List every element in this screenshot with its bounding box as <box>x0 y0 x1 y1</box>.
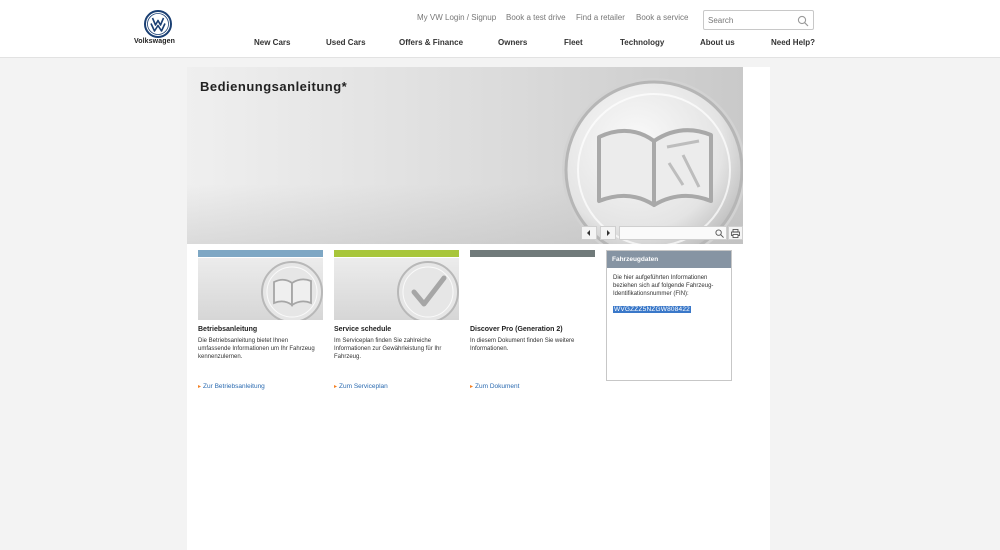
nav-need-help[interactable]: Need Help? <box>771 38 815 47</box>
nav-new-cars[interactable]: New Cars <box>254 38 290 47</box>
card-title: Discover Pro (Generation 2) <box>470 326 563 333</box>
book-icon <box>261 261 323 320</box>
card-discover-pro: Discover Pro (Generation 2) In diesem Do… <box>470 250 595 390</box>
next-button[interactable] <box>600 226 616 240</box>
nav-fleet[interactable]: Fleet <box>564 38 583 47</box>
card-description: Die Betriebsanleitung bietet Ihnen umfas… <box>198 338 315 360</box>
search-icon[interactable] <box>715 229 724 238</box>
card-image <box>470 258 595 320</box>
nav-owners[interactable]: Owners <box>498 38 527 47</box>
link-arrow-icon: ▸ <box>470 384 474 390</box>
nav-technology[interactable]: Technology <box>620 38 664 47</box>
vw-logo-icon <box>144 10 172 38</box>
book-icon <box>562 78 743 244</box>
dokument-link[interactable]: ▸ Zum Dokument <box>470 383 519 390</box>
site-header: Volkswagen My VW Login / Signup Book a t… <box>0 0 1000 58</box>
betriebsanleitung-link[interactable]: ▸ Zur Betriebsanleitung <box>198 383 265 390</box>
hero-controls <box>581 226 743 241</box>
search-icon[interactable] <box>797 15 809 27</box>
arrow-left-icon <box>587 230 590 236</box>
prev-button[interactable] <box>581 226 597 240</box>
document-search-input[interactable] <box>619 226 727 240</box>
vehicle-data-description: Die hier aufgeführten Informationen bezi… <box>613 275 714 297</box>
checkmark-icon <box>397 261 459 320</box>
serviceplan-link[interactable]: ▸ Zum Serviceplan <box>334 383 388 390</box>
nav-offers-finance[interactable]: Offers & Finance <box>399 38 463 47</box>
book-test-drive-link[interactable]: Book a test drive <box>506 13 566 22</box>
card-image <box>198 258 323 320</box>
card-service-schedule: Service schedule Im Serviceplan finden S… <box>334 250 459 390</box>
card-title: Betriebsanleitung <box>198 326 258 333</box>
card-image <box>334 258 459 320</box>
card-betriebsanleitung: Betriebsanleitung Die Betriebsanleitung … <box>198 250 323 390</box>
card-link-label[interactable]: Zur Betriebsanleitung <box>203 383 265 390</box>
print-button[interactable] <box>728 226 743 240</box>
card-link-label[interactable]: Zum Serviceplan <box>339 383 388 390</box>
card-title: Service schedule <box>334 326 392 333</box>
vin-number[interactable]: WVGZZZ5NZGW808422 <box>613 306 691 313</box>
card-color-bar <box>198 250 323 257</box>
page-title: Bedienungsanleitung* <box>200 79 348 94</box>
vehicle-data-header: Fahrzeugdaten <box>607 251 731 268</box>
print-icon <box>731 228 740 238</box>
vehicle-data-box: Fahrzeugdaten Die hier aufgeführten Info… <box>606 250 732 381</box>
card-color-bar <box>334 250 459 257</box>
card-link-label[interactable]: Zum Dokument <box>475 383 519 390</box>
card-color-bar <box>470 250 595 257</box>
find-retailer-link[interactable]: Find a retailer <box>576 13 625 22</box>
login-signup-link[interactable]: My VW Login / Signup <box>417 13 496 22</box>
card-description: Im Serviceplan finden Sie zahlreiche Inf… <box>334 338 442 360</box>
brand-name: Volkswagen <box>134 38 175 45</box>
nav-used-cars[interactable]: Used Cars <box>326 38 366 47</box>
hero-banner: Bedienungsanleitung* <box>187 67 743 244</box>
arrow-right-icon <box>607 230 610 236</box>
search-box <box>703 10 814 30</box>
card-description: In diesem Dokument finden Sie weitere In… <box>470 338 575 352</box>
book-service-link[interactable]: Book a service <box>636 13 688 22</box>
link-arrow-icon: ▸ <box>198 384 202 390</box>
link-arrow-icon: ▸ <box>334 384 338 390</box>
nav-about-us[interactable]: About us <box>700 38 735 47</box>
search-input[interactable] <box>708 14 792 27</box>
